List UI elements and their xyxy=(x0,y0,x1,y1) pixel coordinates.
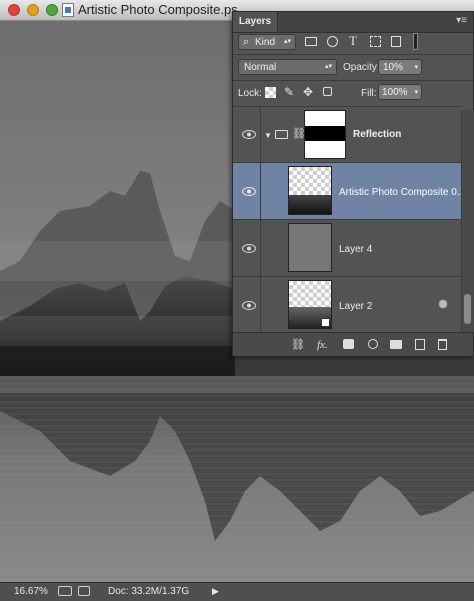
kind-label: Kind xyxy=(255,37,276,48)
opacity-value: 10% xyxy=(383,62,404,73)
column-divider xyxy=(260,107,261,162)
eye-icon[interactable] xyxy=(242,244,256,253)
layer-row-artistic-photo[interactable]: Artistic Photo Composite 0... xyxy=(233,162,465,219)
share-icon[interactable] xyxy=(78,586,90,596)
mask-icon[interactable] xyxy=(343,339,354,349)
lock-all-icon[interactable] xyxy=(323,87,332,96)
zoom-light[interactable] xyxy=(46,4,58,16)
fx-icon[interactable]: fx. xyxy=(317,339,328,351)
fill-label: Fill: xyxy=(361,88,377,99)
layer-row-reflection[interactable]: ▼ ⛓ Reflection xyxy=(233,106,461,162)
layer-name[interactable]: Layer 2 xyxy=(339,301,372,312)
type-filter-icon[interactable]: T xyxy=(349,34,357,47)
new-group-icon[interactable] xyxy=(390,340,402,349)
layer-style-icon[interactable] xyxy=(438,299,448,309)
search-icon: ⌕ xyxy=(243,36,250,48)
layer-mask-thumbnail[interactable] xyxy=(304,110,346,159)
disclosure-triangle-icon[interactable]: ▼ xyxy=(264,130,272,142)
shape-filter-icon[interactable] xyxy=(370,36,381,47)
chevron-down-icon: ▾ xyxy=(414,89,418,96)
lock-move-icon[interactable]: ✥ xyxy=(303,86,313,98)
divider xyxy=(233,80,473,81)
minimize-light[interactable] xyxy=(27,4,39,16)
opacity-label: Opacity: xyxy=(343,62,380,73)
filter-toggle[interactable] xyxy=(413,33,418,50)
tab-layers[interactable]: Layers xyxy=(233,12,278,32)
panel-header: Layers ▾≡ xyxy=(233,12,473,33)
document-icon xyxy=(62,3,74,17)
layer-name[interactable]: Reflection xyxy=(353,129,401,140)
adjustment-icon[interactable] xyxy=(368,339,378,349)
layer-name[interactable]: Layer 4 xyxy=(339,244,372,255)
layers-scrollbar[interactable] xyxy=(461,110,474,332)
pixel-filter-icon[interactable] xyxy=(305,37,317,46)
eye-icon[interactable] xyxy=(242,130,256,139)
folder-icon xyxy=(275,130,288,139)
opacity-field[interactable]: 10% ▾ xyxy=(378,59,422,75)
column-divider xyxy=(260,163,261,219)
column-divider xyxy=(260,220,261,276)
layer-thumbnail[interactable] xyxy=(288,166,332,215)
adjustment-filter-icon[interactable] xyxy=(327,36,338,47)
blend-mode-value: Normal xyxy=(244,62,277,73)
document-size: Doc: 33.2M/1.37G xyxy=(108,586,190,597)
kind-dropdown[interactable]: ⌕ Kind ▴▾ xyxy=(238,34,296,50)
eye-icon[interactable] xyxy=(242,187,256,196)
eye-icon[interactable] xyxy=(242,301,256,310)
fill-field[interactable]: 100% ▾ xyxy=(378,84,422,100)
layer-thumbnail[interactable] xyxy=(288,223,332,272)
close-light[interactable] xyxy=(8,4,20,16)
lock-brush-icon[interactable]: ✎ xyxy=(284,86,294,98)
zoom-level[interactable]: 16.67% xyxy=(14,586,48,597)
layers-panel: Layers ▾≡ ⌕ Kind ▴▾ T Normal ▴▾ Opacity:… xyxy=(232,11,474,356)
lock-transparent-icon[interactable] xyxy=(265,87,276,98)
layer-row-layer-2[interactable]: Layer 2 xyxy=(233,276,461,332)
layer-name[interactable]: Artistic Photo Composite 0... xyxy=(339,187,465,198)
status-bar: 16.67% Doc: 33.2M/1.37G ▶ xyxy=(0,582,474,601)
chevron-down-icon: ▴▾ xyxy=(324,63,332,70)
lock-label: Lock: xyxy=(238,88,262,99)
chevron-down-icon: ▴▾ xyxy=(283,38,291,45)
smart-object-filter-icon[interactable] xyxy=(391,36,401,47)
panel-menu-icon[interactable]: ▾≡ xyxy=(456,15,467,26)
trash-icon[interactable] xyxy=(438,339,447,350)
proof-icon[interactable] xyxy=(58,586,72,596)
link-layers-icon[interactable]: ⛓ xyxy=(291,339,305,351)
status-menu-arrow[interactable]: ▶ xyxy=(212,586,219,597)
panel-footer: ⛓ fx. xyxy=(233,332,473,356)
new-layer-icon[interactable] xyxy=(415,339,425,350)
column-divider xyxy=(260,277,261,332)
document-title: Artistic Photo Composite.ps xyxy=(78,2,238,17)
chevron-down-icon: ▾ xyxy=(414,64,418,71)
layer-row-layer-4[interactable]: Layer 4 xyxy=(233,219,461,276)
fill-value: 100% xyxy=(382,87,408,98)
layer-thumbnail[interactable] xyxy=(288,280,332,329)
blend-mode-select[interactable]: Normal ▴▾ xyxy=(238,59,337,75)
divider xyxy=(233,54,473,55)
scrollbar-thumb[interactable] xyxy=(464,294,471,324)
